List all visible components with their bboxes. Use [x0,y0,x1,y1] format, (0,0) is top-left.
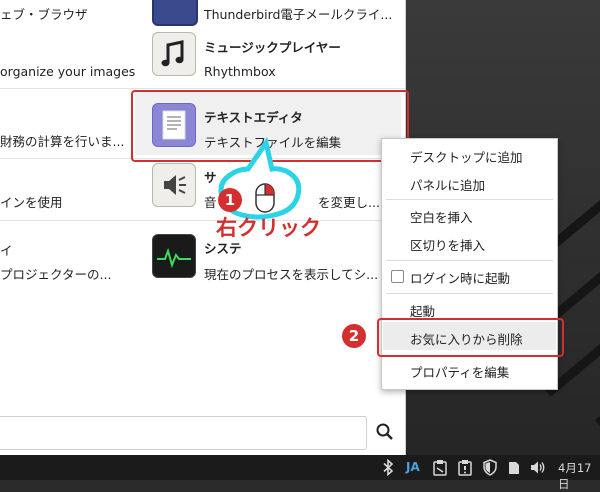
removable-drive-icon[interactable] [506,459,522,476]
divider [0,88,405,89]
autostart-checkbox[interactable] [391,270,404,283]
notification-icon[interactable] [457,459,473,476]
mouse-icon [255,183,275,213]
app-item-display-title[interactable]: イ [0,240,13,259]
divider [0,220,405,221]
speaker-icon [152,163,196,207]
sound-app-desc-tail: を変更し... [318,195,380,210]
step-1-badge: 1 [218,188,242,212]
music-player-desc[interactable]: Rhythmbox [204,64,276,79]
highlight-remove-favorite [377,318,564,357]
menu-item-insert-space[interactable]: 空白を挿入 [410,207,473,226]
system-monitor-icon [152,234,196,278]
system-monitor-desc[interactable]: 現在のプロセスを表示してシ... [204,264,378,283]
menu-item-insert-separator[interactable]: 区切りを挿入 [410,235,485,254]
menu-separator [386,260,553,261]
thunderbird-desc[interactable]: Thunderbird電子メールクライ... [204,4,392,23]
app-item-image-organizer[interactable]: organize your images [0,64,135,79]
app-item-web-browser[interactable]: ェブ・ブラウザ [0,4,88,23]
menu-separator [386,199,553,200]
menu-item-add-to-panel[interactable]: パネルに追加 [410,175,485,194]
ime-indicator[interactable]: JA [406,460,420,477]
menu-separator [386,293,553,294]
app-item-finance[interactable]: 財務の計算を行いま... [0,131,124,150]
shield-icon[interactable] [482,459,498,476]
clipboard-icon[interactable] [432,459,448,476]
volume-icon[interactable] [529,459,547,476]
app-item-projector[interactable]: プロジェクターの... [0,264,111,283]
application-menu: ェブ・ブラウザ Thunderbird電子メールクライ... organize … [0,0,406,455]
bluetooth-icon[interactable] [382,459,394,476]
step-2-badge: 2 [342,324,366,348]
clock-date[interactable]: 4月17日 [558,460,600,491]
menu-item-start-on-login[interactable]: ログイン時に起動 [410,268,510,287]
search-icon[interactable] [375,422,395,442]
search-input[interactable] [0,416,367,450]
music-note-icon [152,32,196,76]
app-item-plugins[interactable]: インを使用 [0,192,63,211]
menu-item-edit-properties[interactable]: プロパティを編集 [410,362,509,381]
menu-item-add-to-desktop[interactable]: デスクトップに追加 [410,147,523,166]
thunderbird-icon [152,0,198,26]
right-click-label: 右クリック [216,216,321,240]
music-player-name[interactable]: ミュージックプレイヤー [204,37,341,56]
